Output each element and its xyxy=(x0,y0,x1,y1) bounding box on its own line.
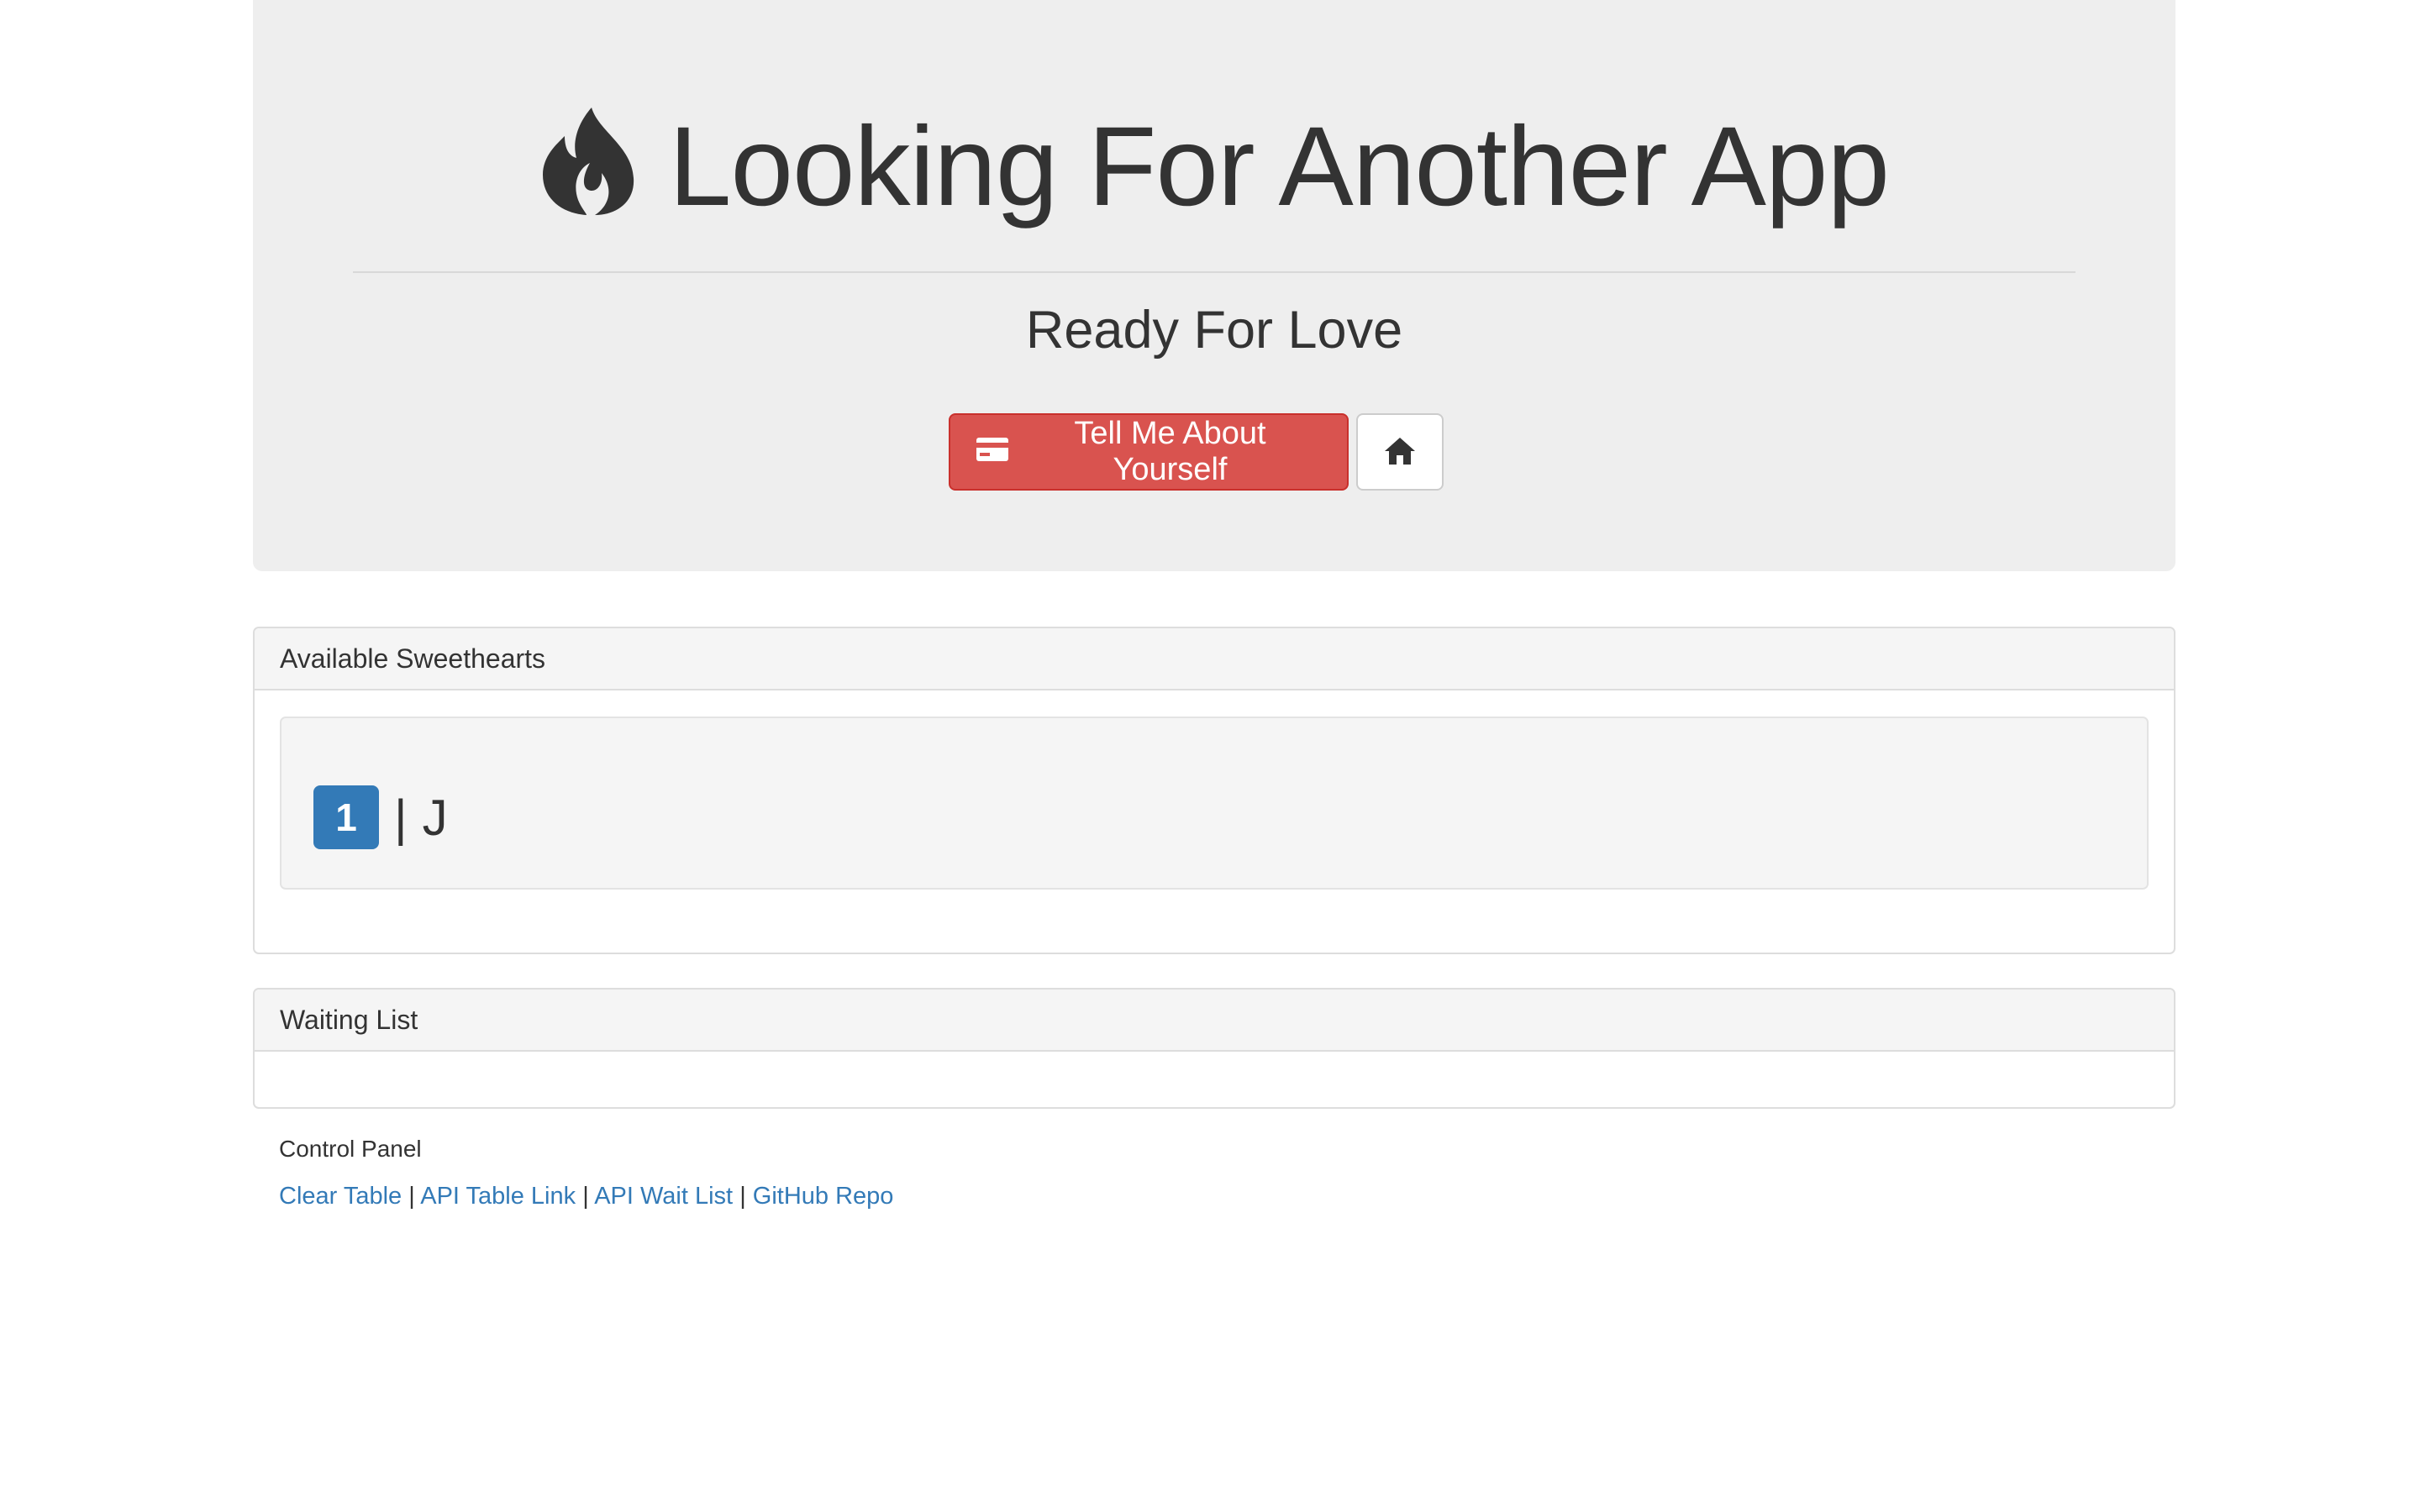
tell-me-about-yourself-label: Tell Me About Yourself xyxy=(1074,416,1266,487)
control-panel: Control Panel Clear Table | API Table Li… xyxy=(279,1136,893,1210)
fire-icon xyxy=(539,106,639,217)
panel-heading-available: Available Sweethearts xyxy=(255,628,2174,690)
clear-table-link[interactable]: Clear Table xyxy=(279,1183,402,1210)
page-title: Looking For Another App xyxy=(668,104,1890,229)
title-row: Looking For Another App xyxy=(253,99,2175,223)
home-button[interactable] xyxy=(1355,413,1444,491)
panel-heading-waiting: Waiting List xyxy=(255,990,2174,1052)
action-buttons: Tell Me About Yourself xyxy=(253,413,2175,491)
api-wait-list-link[interactable]: API Wait List xyxy=(594,1183,733,1210)
page-container: Looking For Another App Ready For Love T… xyxy=(253,0,2175,1210)
control-panel-links: Clear Table | API Table Link | API Wait … xyxy=(279,1183,893,1210)
divider xyxy=(353,271,2075,273)
available-sweethearts-panel: Available Sweethearts 1 | J xyxy=(253,627,2175,954)
link-separator: | xyxy=(739,1183,746,1210)
entry-name: J xyxy=(422,789,448,846)
jumbotron: Looking For Another App Ready For Love T… xyxy=(253,0,2175,571)
github-repo-link[interactable]: GitHub Repo xyxy=(753,1183,894,1210)
link-separator: | xyxy=(408,1183,415,1210)
sweetheart-well: 1 | J xyxy=(280,717,2149,890)
waiting-list-panel: Waiting List xyxy=(253,988,2175,1109)
credit-card-icon xyxy=(976,434,1009,470)
api-table-link[interactable]: API Table Link xyxy=(420,1183,576,1210)
entry-number-badge: 1 xyxy=(313,785,379,849)
list-item: 1 | J xyxy=(313,785,448,849)
tell-me-about-yourself-button[interactable]: Tell Me About Yourself xyxy=(948,413,1349,491)
link-separator: | xyxy=(582,1183,589,1210)
page-subtitle: Ready For Love xyxy=(1025,301,1403,360)
control-panel-label: Control Panel xyxy=(279,1136,422,1162)
home-icon xyxy=(1383,436,1417,469)
entry-separator: | xyxy=(394,789,408,846)
